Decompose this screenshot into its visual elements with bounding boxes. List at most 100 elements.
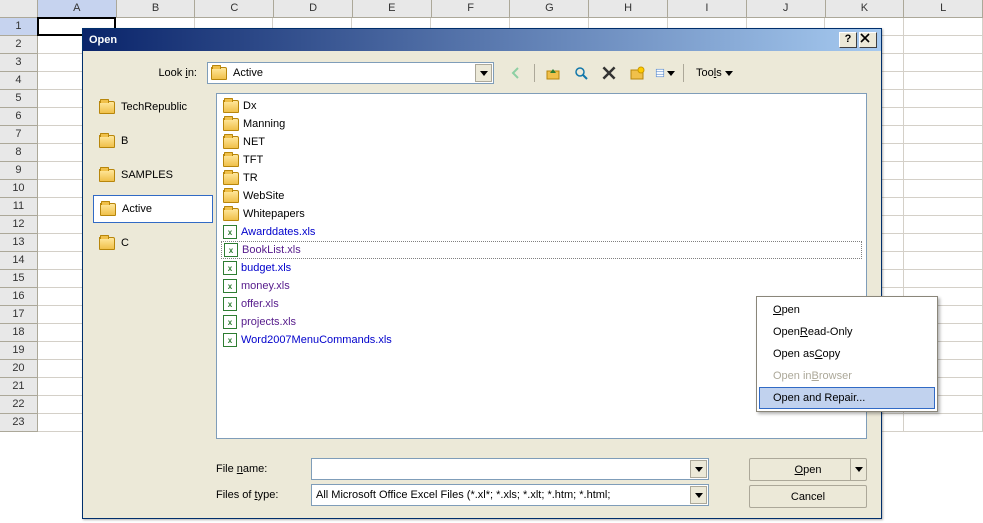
help-button[interactable]: ? bbox=[839, 32, 857, 48]
select-all-corner[interactable] bbox=[0, 0, 38, 17]
row-header-8[interactable]: 8 bbox=[0, 144, 38, 162]
row-header-10[interactable]: 10 bbox=[0, 180, 38, 198]
cancel-button[interactable]: Cancel bbox=[749, 485, 867, 508]
cell-L9[interactable] bbox=[904, 162, 983, 180]
column-header-C[interactable]: C bbox=[195, 0, 274, 17]
file-name: budget.xls bbox=[241, 262, 291, 274]
cell-L23[interactable] bbox=[904, 414, 983, 432]
cell-L15[interactable] bbox=[904, 270, 983, 288]
lookin-combo[interactable]: Active bbox=[207, 62, 494, 84]
row-header-3[interactable]: 3 bbox=[0, 54, 38, 72]
filename-combo[interactable] bbox=[311, 458, 709, 480]
row-header-15[interactable]: 15 bbox=[0, 270, 38, 288]
row-header-5[interactable]: 5 bbox=[0, 90, 38, 108]
row-header-18[interactable]: 18 bbox=[0, 324, 38, 342]
place-item-samples[interactable]: SAMPLES bbox=[93, 161, 213, 189]
file-item[interactable]: TFT bbox=[221, 151, 862, 169]
file-item[interactable]: WebSite bbox=[221, 187, 862, 205]
place-item-active[interactable]: Active bbox=[93, 195, 213, 223]
file-item[interactable]: Whitepapers bbox=[221, 205, 862, 223]
separator bbox=[534, 64, 535, 82]
row-header-11[interactable]: 11 bbox=[0, 198, 38, 216]
filetype-dropdown-button[interactable] bbox=[690, 486, 707, 504]
filetype-combo[interactable]: All Microsoft Office Excel Files (*.xl*;… bbox=[311, 484, 709, 506]
row-header-20[interactable]: 20 bbox=[0, 360, 38, 378]
search-web-button[interactable] bbox=[571, 63, 591, 83]
cell-L12[interactable] bbox=[904, 216, 983, 234]
cell-L13[interactable] bbox=[904, 234, 983, 252]
folder-icon bbox=[223, 100, 239, 113]
column-header-B[interactable]: B bbox=[117, 0, 196, 17]
row-header-7[interactable]: 7 bbox=[0, 126, 38, 144]
row-header-4[interactable]: 4 bbox=[0, 72, 38, 90]
column-header-H[interactable]: H bbox=[589, 0, 668, 17]
column-header-I[interactable]: I bbox=[668, 0, 747, 17]
file-item[interactable]: TR bbox=[221, 169, 862, 187]
file-item[interactable]: xmoney.xls bbox=[221, 277, 862, 295]
column-header-L[interactable]: L bbox=[904, 0, 983, 17]
row-header-16[interactable]: 16 bbox=[0, 288, 38, 306]
cell-L11[interactable] bbox=[904, 198, 983, 216]
file-item[interactable]: xAwarddates.xls bbox=[221, 223, 862, 241]
column-header-D[interactable]: D bbox=[274, 0, 353, 17]
open-dialog: Open ? Look in: Active bbox=[82, 28, 882, 519]
open-dropdown-button[interactable] bbox=[850, 459, 866, 480]
column-header-G[interactable]: G bbox=[510, 0, 589, 17]
context-menu-item[interactable]: Open bbox=[759, 299, 935, 321]
column-header-J[interactable]: J bbox=[747, 0, 826, 17]
column-header-F[interactable]: F bbox=[432, 0, 511, 17]
folder-icon bbox=[211, 67, 227, 80]
row-header-23[interactable]: 23 bbox=[0, 414, 38, 432]
context-menu-item[interactable]: Open and Repair... bbox=[759, 387, 935, 409]
file-item[interactable]: Manning bbox=[221, 115, 862, 133]
row-header-9[interactable]: 9 bbox=[0, 162, 38, 180]
file-item[interactable]: Dx bbox=[221, 97, 862, 115]
close-button[interactable] bbox=[859, 32, 877, 48]
cell-L14[interactable] bbox=[904, 252, 983, 270]
column-header-E[interactable]: E bbox=[353, 0, 432, 17]
place-item-b[interactable]: B bbox=[93, 127, 213, 155]
filename-dropdown-button[interactable] bbox=[690, 460, 707, 478]
row-header-6[interactable]: 6 bbox=[0, 108, 38, 126]
tools-menu-button[interactable]: Tools bbox=[692, 65, 737, 81]
delete-button[interactable] bbox=[599, 63, 619, 83]
context-menu-item[interactable]: Open as Copy bbox=[759, 343, 935, 365]
row-header-19[interactable]: 19 bbox=[0, 342, 38, 360]
magnifier-icon bbox=[573, 65, 589, 81]
row-header-22[interactable]: 22 bbox=[0, 396, 38, 414]
cell-L2[interactable] bbox=[904, 36, 983, 54]
lookin-dropdown-button[interactable] bbox=[475, 64, 492, 82]
column-header-K[interactable]: K bbox=[826, 0, 905, 17]
open-split-button[interactable]: Open bbox=[749, 458, 867, 481]
file-item[interactable]: xBookList.xls bbox=[221, 241, 862, 259]
cell-L5[interactable] bbox=[904, 90, 983, 108]
row-header-12[interactable]: 12 bbox=[0, 216, 38, 234]
up-one-level-button[interactable] bbox=[543, 63, 563, 83]
place-item-c[interactable]: C bbox=[93, 229, 213, 257]
row-header-2[interactable]: 2 bbox=[0, 36, 38, 54]
row-header-13[interactable]: 13 bbox=[0, 234, 38, 252]
cell-L3[interactable] bbox=[904, 54, 983, 72]
cell-L7[interactable] bbox=[904, 126, 983, 144]
views-button[interactable] bbox=[655, 63, 675, 83]
cell-L10[interactable] bbox=[904, 180, 983, 198]
new-folder-button[interactable] bbox=[627, 63, 647, 83]
context-menu-item[interactable]: Open Read-Only bbox=[759, 321, 935, 343]
row-header-21[interactable]: 21 bbox=[0, 378, 38, 396]
file-item[interactable]: xbudget.xls bbox=[221, 259, 862, 277]
cell-L1[interactable] bbox=[904, 18, 983, 36]
cell-L8[interactable] bbox=[904, 144, 983, 162]
chevron-down-icon bbox=[667, 71, 675, 76]
row-header-17[interactable]: 17 bbox=[0, 306, 38, 324]
row-header-14[interactable]: 14 bbox=[0, 252, 38, 270]
place-item-techrepublic[interactable]: TechRepublic bbox=[93, 93, 213, 121]
row-header-1[interactable]: 1 bbox=[0, 18, 38, 36]
column-header-A[interactable]: A bbox=[38, 0, 117, 17]
folder-icon bbox=[223, 172, 239, 185]
file-item[interactable]: NET bbox=[221, 133, 862, 151]
dialog-titlebar[interactable]: Open ? bbox=[83, 29, 881, 51]
cell-L4[interactable] bbox=[904, 72, 983, 90]
places-bar: TechRepublic B SAMPLES Active C bbox=[93, 93, 213, 508]
cell-L6[interactable] bbox=[904, 108, 983, 126]
file-name: Dx bbox=[243, 100, 256, 112]
